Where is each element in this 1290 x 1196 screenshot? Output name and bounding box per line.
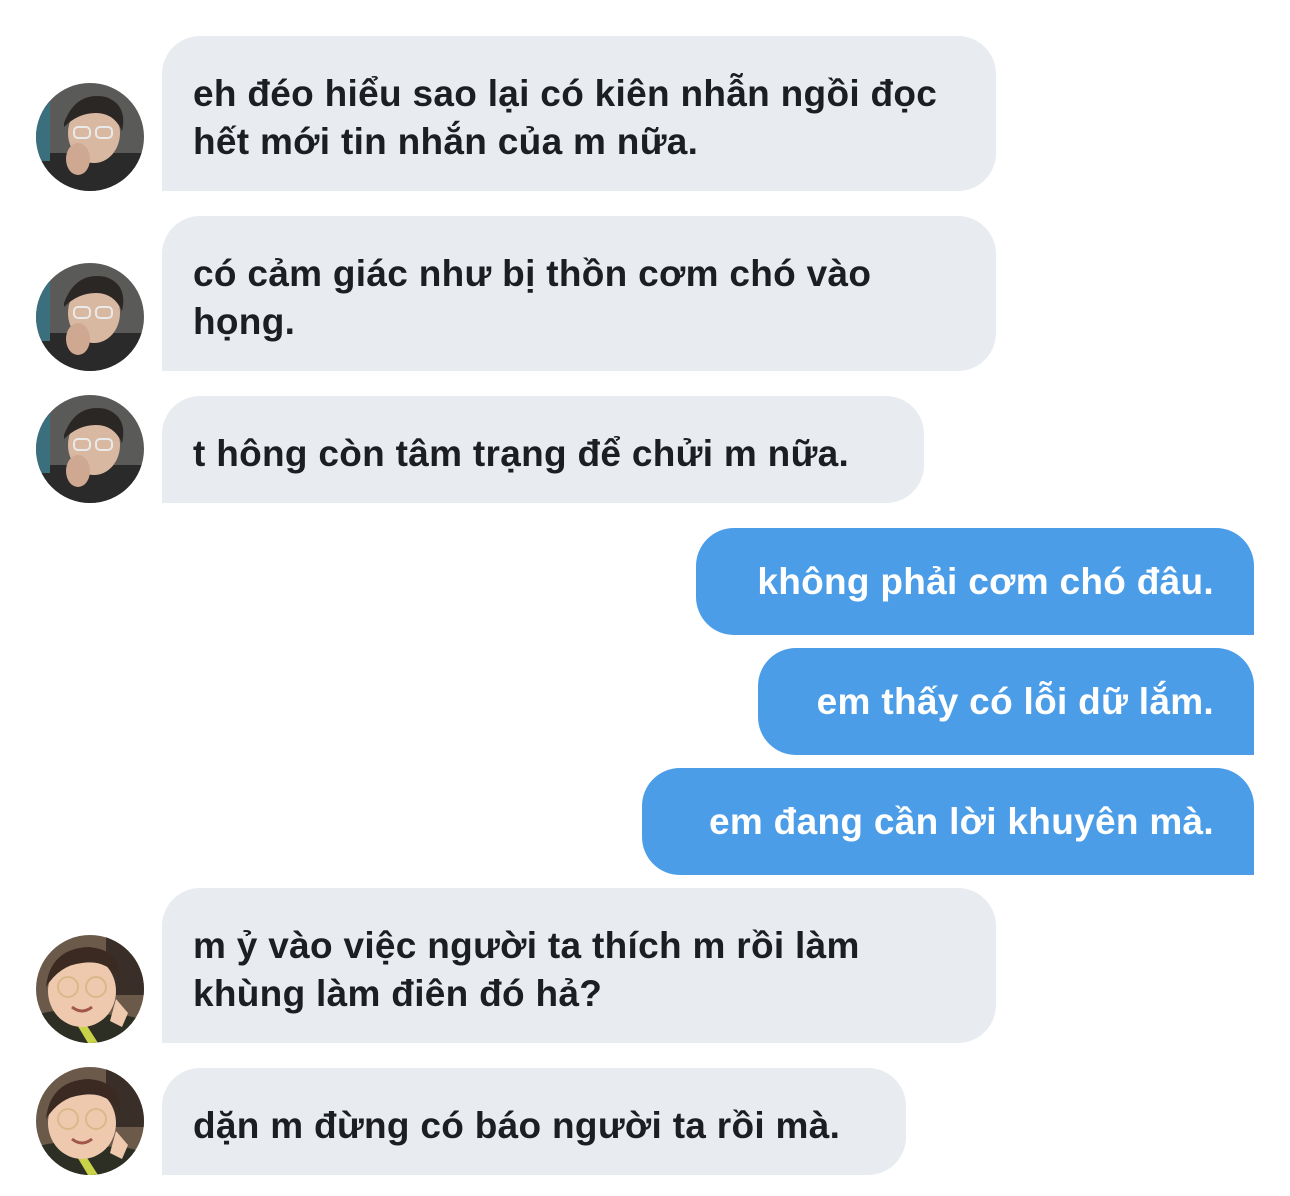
outgoing-message-bubble[interactable]: em thấy có lỗi dữ lắm. (758, 648, 1254, 755)
message-text: em thấy có lỗi dữ lắm. (816, 681, 1214, 722)
outgoing-message-bubble[interactable]: em đang cần lời khuyên mà. (642, 768, 1254, 875)
incoming-message-bubble[interactable]: m ỷ vào việc người ta thích m rồi làm kh… (162, 888, 996, 1043)
incoming-message-bubble[interactable]: có cảm giác như bị thồn cơm chó vào họng… (162, 216, 996, 371)
avatar-smiling-boy-icon[interactable] (36, 1067, 144, 1175)
message-text: m ỷ vào việc người ta thích m rồi làm kh… (193, 925, 860, 1014)
avatar-glasses-boy-icon[interactable] (36, 263, 144, 371)
incoming-message-bubble[interactable]: eh đéo hiểu sao lại có kiên nhẫn ngồi đọ… (162, 36, 996, 191)
avatar-glasses-boy-icon[interactable] (36, 395, 144, 503)
message-text: em đang cần lời khuyên mà. (709, 801, 1214, 842)
message-text: có cảm giác như bị thồn cơm chó vào họng… (193, 253, 872, 342)
message-text: t hông còn tâm trạng để chửi m nữa. (193, 433, 850, 474)
incoming-message-bubble[interactable]: dặn m đừng có báo người ta rồi mà. (162, 1068, 906, 1175)
avatar-smiling-boy-icon[interactable] (36, 935, 144, 1043)
incoming-message-bubble[interactable]: t hông còn tâm trạng để chửi m nữa. (162, 396, 924, 503)
message-text: dặn m đừng có báo người ta rồi mà. (193, 1105, 841, 1146)
message-text: không phải cơm chó đâu. (757, 561, 1214, 602)
message-text: eh đéo hiểu sao lại có kiên nhẫn ngồi đọ… (193, 73, 938, 162)
outgoing-message-bubble[interactable]: không phải cơm chó đâu. (696, 528, 1254, 635)
avatar-glasses-boy-icon[interactable] (36, 83, 144, 191)
